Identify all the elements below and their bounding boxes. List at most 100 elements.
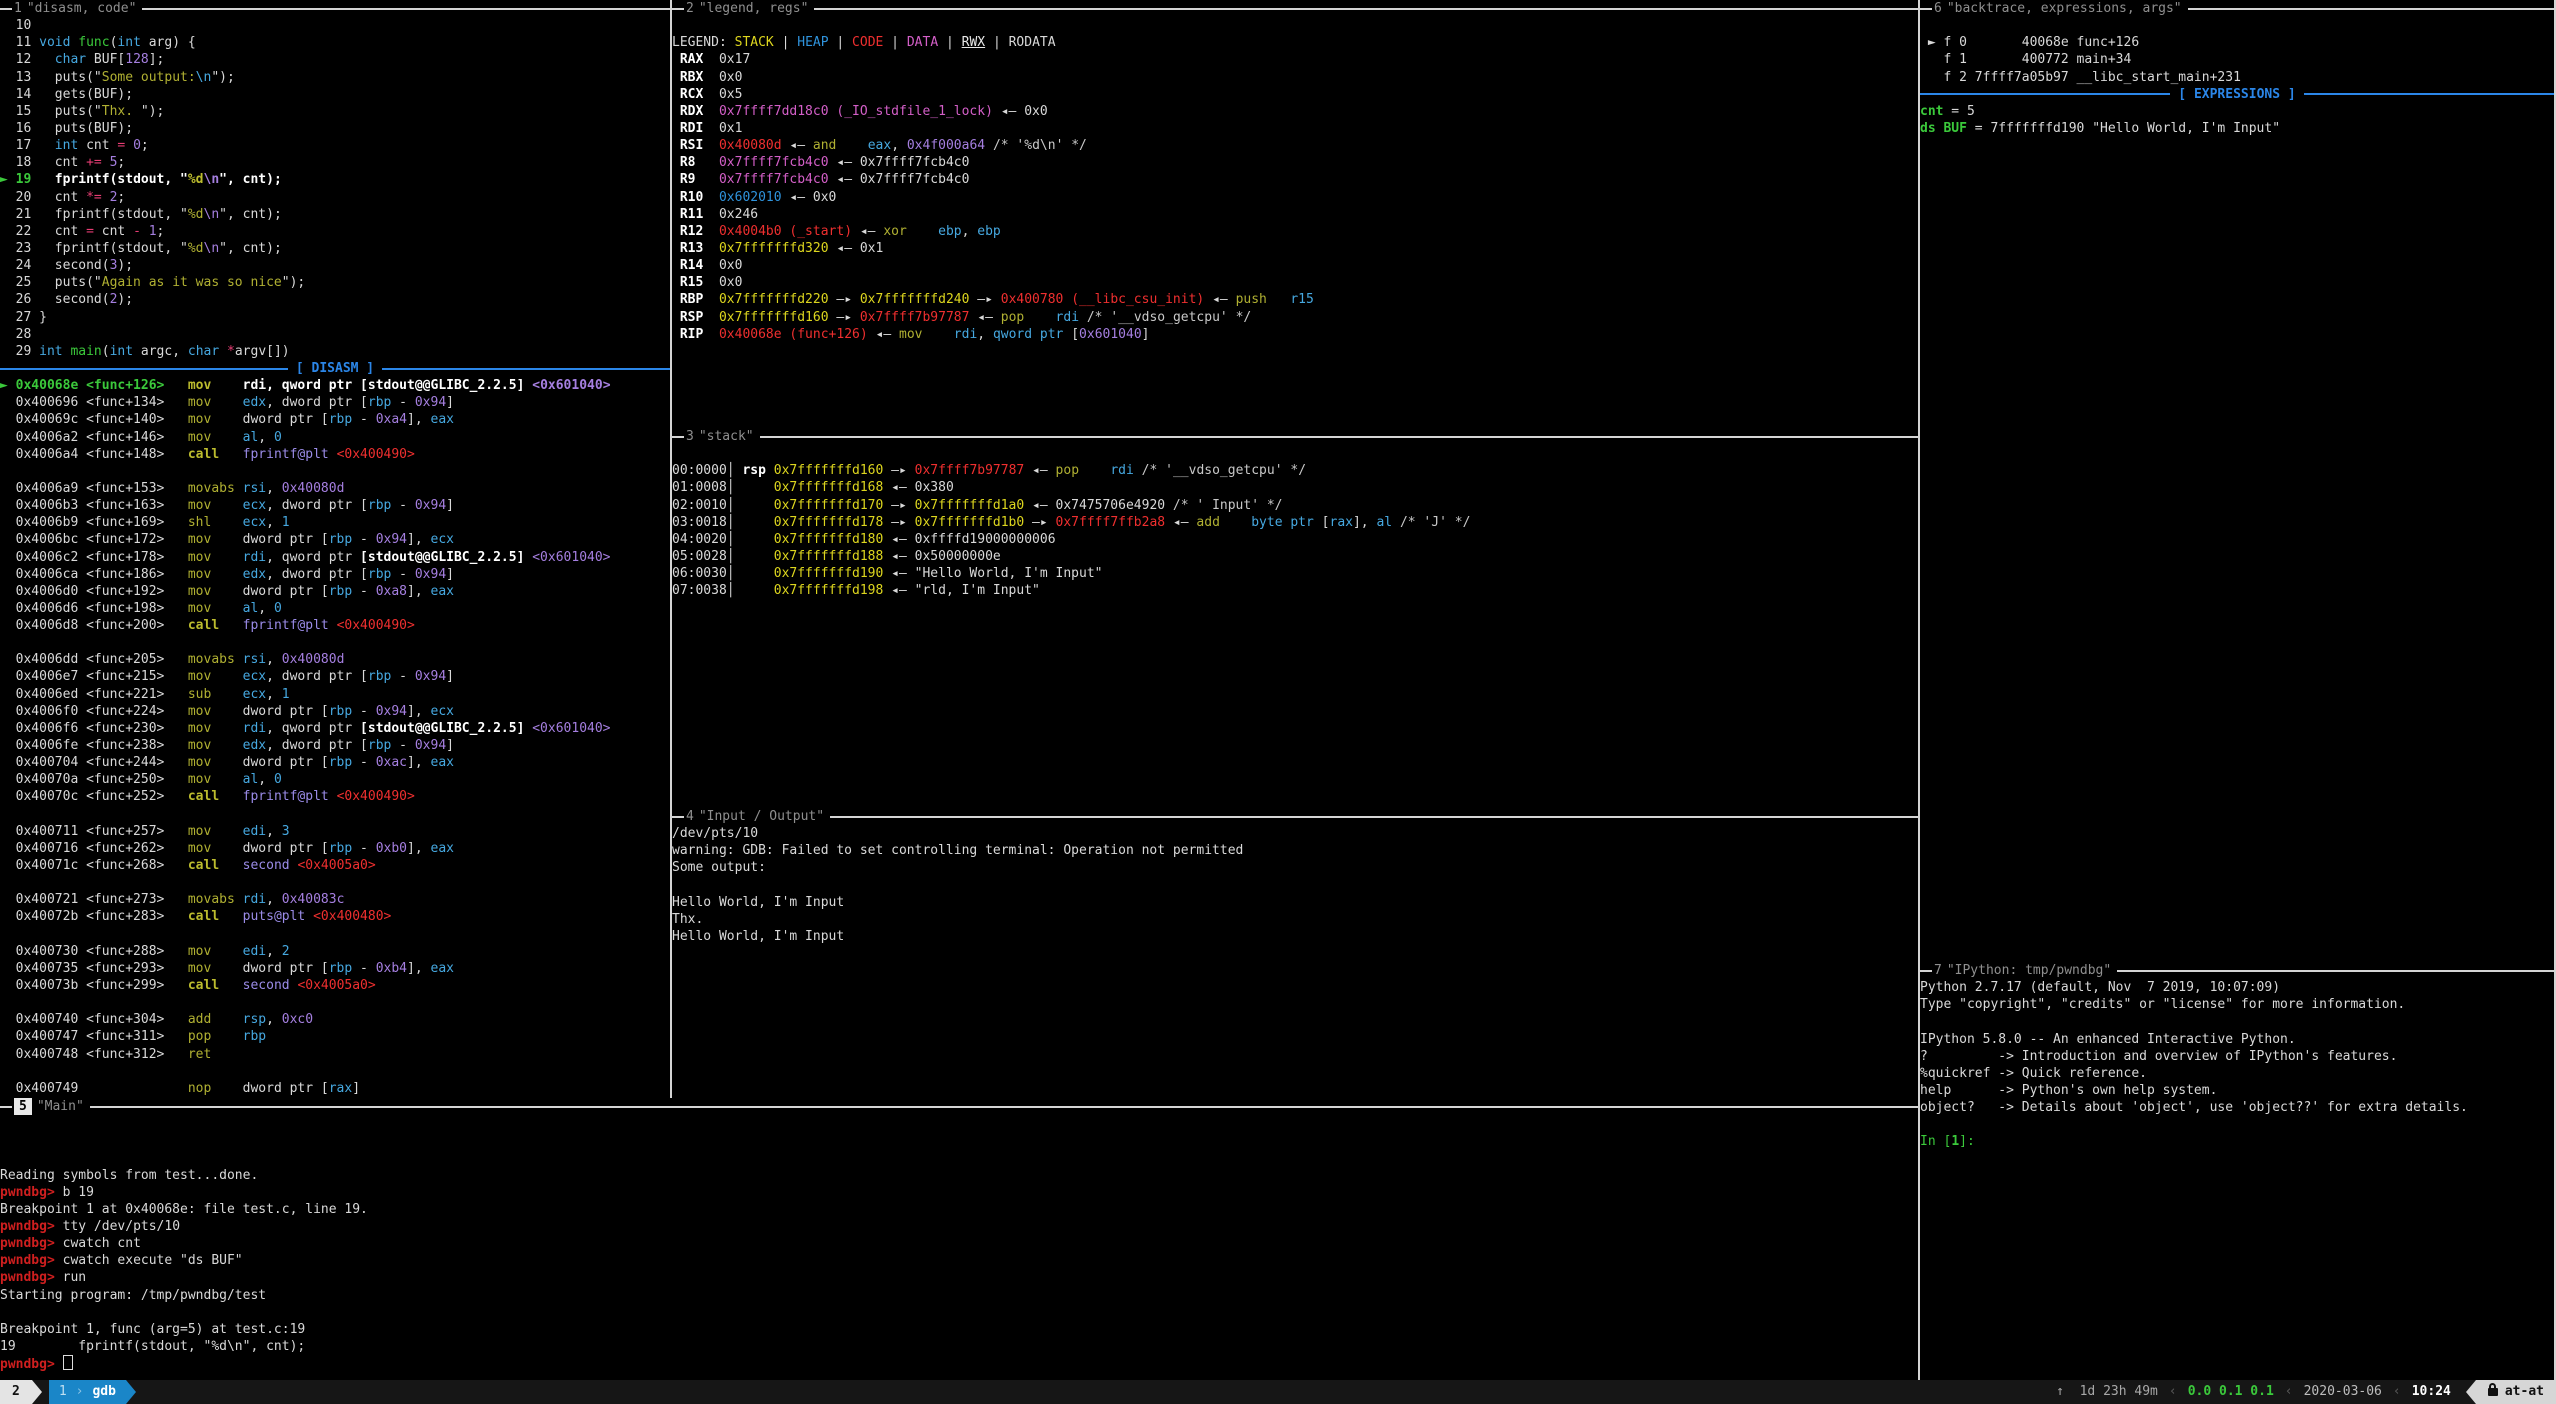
terminal-line: 19 fprintf(stdout, "%d\n", cnt); bbox=[0, 1338, 1918, 1355]
pane-stack[interactable]: 3"stack" 00:0000│ rsp 0x7fffffffd160 —▸ … bbox=[672, 428, 1920, 808]
text-segment: edi bbox=[243, 944, 266, 959]
text-segment: 1 bbox=[149, 224, 157, 239]
terminal-line: pwndbg> bbox=[0, 1355, 1918, 1372]
terminal-line bbox=[0, 994, 670, 1011]
text-segment: 0x400711 <func+257> bbox=[0, 824, 188, 839]
text-segment: cnt bbox=[78, 138, 117, 153]
text-segment: 16 puts(BUF); bbox=[0, 121, 133, 136]
text-segment: 19 fprintf(stdout, "%d\n", cnt); bbox=[0, 1339, 305, 1354]
text-segment: RBP bbox=[672, 292, 711, 307]
session-badge[interactable]: 2 bbox=[0, 1380, 32, 1404]
ipython-console[interactable]: Python 2.7.17 (default, Nov 7 2019, 10:0… bbox=[1920, 979, 2554, 1150]
terminal-line: 0x400716 <func+262> mov dword ptr [rbp -… bbox=[0, 840, 670, 857]
pane-main-gdb[interactable]: 5"Main" Reading symbols from test...done… bbox=[0, 1098, 1920, 1380]
border-dash bbox=[672, 816, 684, 818]
text-segment: mov bbox=[188, 944, 211, 959]
text-segment: , bbox=[962, 224, 978, 239]
text-segment: BUF bbox=[1943, 121, 1966, 136]
text-segment: 06:0030│ bbox=[672, 566, 774, 581]
text-segment: add bbox=[1196, 515, 1219, 530]
text-segment: dword ptr [ bbox=[211, 532, 328, 547]
text-segment: rdi bbox=[243, 892, 266, 907]
text-segment: RIP bbox=[672, 327, 711, 342]
pane-title-label: "legend, regs" bbox=[694, 0, 815, 17]
terminal-line: Starting program: /tmp/pwndbg/test bbox=[0, 1287, 1918, 1304]
text-segment: 0x40080d bbox=[719, 138, 782, 153]
text-segment bbox=[211, 772, 242, 787]
pane-number: 6 bbox=[1934, 0, 1942, 17]
text-segment: /* 'J' */ bbox=[1392, 515, 1470, 530]
border-dash bbox=[1920, 8, 1932, 10]
terminal-line: 0x400711 <func+257> mov edi, 3 bbox=[0, 823, 670, 840]
window-tab-gdb[interactable]: 1 › gdb bbox=[49, 1380, 126, 1404]
terminal-line: 23 fprintf(stdout, "%d\n", cnt); bbox=[0, 240, 670, 257]
text-segment: , qword ptr bbox=[266, 721, 360, 736]
terminal-line: 0x4006d8 <func+200> call fprintf@plt <0x… bbox=[0, 617, 670, 634]
text-segment: 0x4006dd <func+205> bbox=[0, 652, 188, 667]
text-segment: rbp bbox=[329, 961, 352, 976]
text-segment: run bbox=[63, 1270, 86, 1285]
text-segment: 0x400740 <func+304> bbox=[0, 1012, 188, 1027]
text-segment: mov bbox=[188, 567, 211, 582]
text-segment bbox=[219, 789, 242, 804]
text-segment: - bbox=[391, 738, 414, 753]
terminal-line: R12 0x4004b0 (_start) ◂— xor ebp, ebp bbox=[672, 223, 1918, 240]
hostname-label: at-at bbox=[2505, 1383, 2544, 1400]
text-segment: cnt bbox=[94, 224, 133, 239]
text-segment: <0x4005a0> bbox=[297, 978, 375, 993]
text-segment: ] bbox=[352, 1081, 360, 1096]
text-segment: ; bbox=[141, 138, 149, 153]
text-segment bbox=[211, 567, 242, 582]
gdb-console[interactable]: Reading symbols from test...done.pwndbg>… bbox=[0, 1115, 1918, 1372]
text-segment bbox=[711, 190, 719, 205]
text-segment: , bbox=[266, 481, 282, 496]
text-segment: 0x40068e (func+126) bbox=[719, 327, 868, 342]
text-segment: 0x7fffffffd160 bbox=[774, 463, 884, 478]
text-segment: 0x400704 <func+244> bbox=[0, 755, 188, 770]
text-segment: 23 fprintf(stdout, " bbox=[0, 241, 188, 256]
text-segment: [stdout@@GLIBC_2.2.5] bbox=[360, 550, 532, 565]
text-segment: 01:0008│ bbox=[672, 480, 774, 495]
terminal-line: IPython 5.8.0 -- An enhanced Interactive… bbox=[1920, 1031, 2554, 1048]
text-segment: ◂— 0x0 bbox=[993, 104, 1048, 119]
text-segment: 0x7fffffffd178 bbox=[774, 515, 884, 530]
text-segment: ; bbox=[117, 190, 125, 205]
text-segment: 0x7fffffffd240 bbox=[860, 292, 970, 307]
text-segment: 0x94 bbox=[376, 532, 407, 547]
text-segment: R9 bbox=[672, 172, 711, 187]
terminal-line: 0x400730 <func+288> mov edi, 2 bbox=[0, 943, 670, 960]
text-segment: mov bbox=[899, 327, 922, 342]
terminal-line: 14 gets(BUF); bbox=[0, 86, 670, 103]
pane-title-ipython: 7"IPython: tmp/pwndbg" bbox=[1920, 962, 2554, 979]
pane-legend-regs[interactable]: 2"legend, regs" LEGEND: STACK | HEAP | C… bbox=[672, 0, 1920, 428]
pane-disasm-code[interactable]: 1"disasm, code" 10 11 void func(int arg)… bbox=[0, 0, 672, 1098]
pane-backtrace-expressions[interactable]: 6"backtrace, expressions, args" ► f 0 40… bbox=[1920, 0, 2556, 962]
text-segment: void bbox=[39, 35, 70, 50]
text-segment: ◂— 0x7475706e4920 bbox=[1024, 498, 1165, 513]
text-cursor bbox=[63, 1355, 73, 1370]
terminal-line: 0x400747 <func+311> pop rbp bbox=[0, 1028, 670, 1045]
text-segment: movabs bbox=[188, 892, 235, 907]
text-segment: call bbox=[188, 978, 219, 993]
text-segment: 07:0038│ bbox=[672, 583, 774, 598]
pane-input-output[interactable]: 4"Input / Output" /dev/pts/10warning: GD… bbox=[672, 808, 1920, 1098]
text-segment: 15 puts(" bbox=[0, 104, 102, 119]
text-segment: rsp bbox=[742, 463, 765, 478]
terminal-line: f 1 400772 main+34 bbox=[1920, 51, 2554, 68]
text-segment: eax bbox=[431, 961, 454, 976]
text-segment: 0x601040 bbox=[1079, 327, 1142, 342]
text-segment: = bbox=[86, 224, 94, 239]
text-segment: * bbox=[227, 344, 235, 359]
terminal-line: pwndbg> run bbox=[0, 1269, 1918, 1286]
text-segment: main bbox=[70, 344, 101, 359]
text-segment: /dev/pts/10 bbox=[672, 826, 758, 841]
pane-ipython[interactable]: 7"IPython: tmp/pwndbg" Python 2.7.17 (de… bbox=[1920, 962, 2556, 1380]
chevron-left-icon: ‹ bbox=[2393, 1383, 2401, 1400]
text-segment: 0x7fffffffd198 bbox=[774, 583, 884, 598]
text-segment: eax bbox=[431, 841, 454, 856]
text-segment: mov bbox=[188, 772, 211, 787]
text-segment: 0x0 bbox=[711, 275, 742, 290]
text-segment: 0x4006a9 <func+153> bbox=[0, 481, 188, 496]
text-segment: 0x5 bbox=[711, 87, 742, 102]
text-segment: mov bbox=[188, 669, 211, 684]
